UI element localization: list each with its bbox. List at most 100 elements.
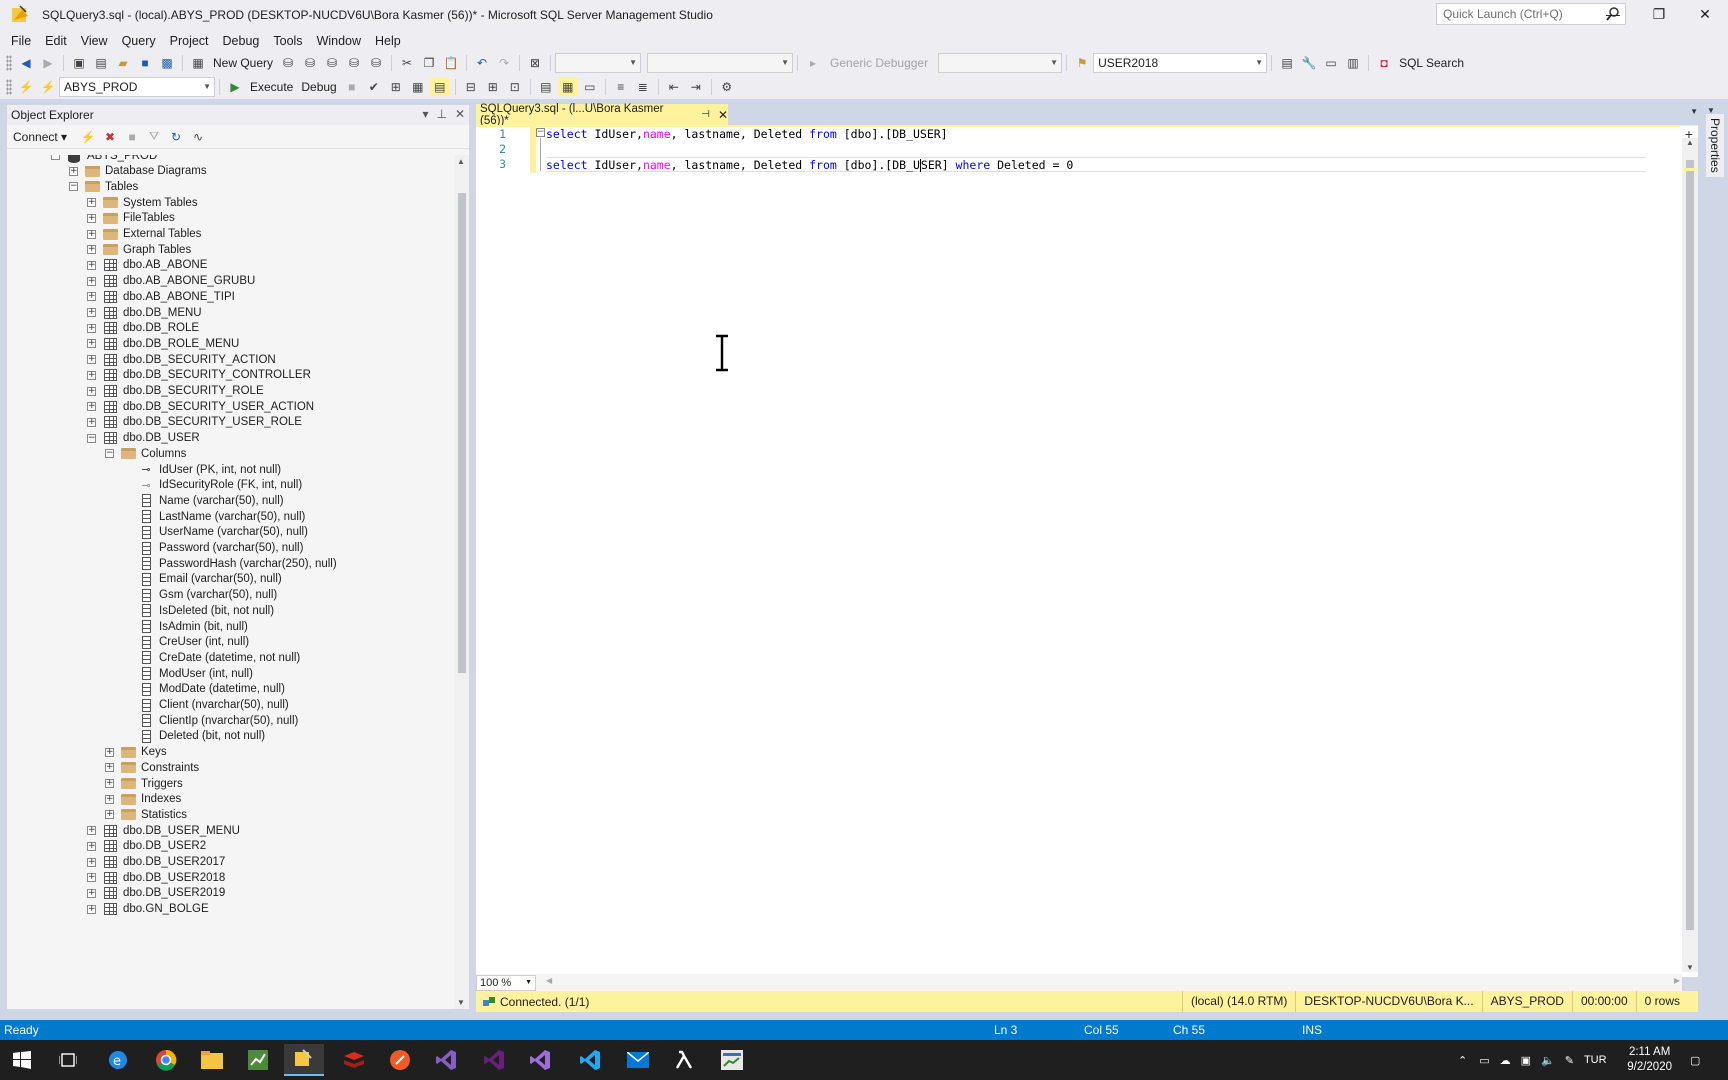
editor-horizontal-scrollbar[interactable]: ◀ ▶ (544, 975, 1682, 990)
new-query-button[interactable]: New Query (213, 56, 273, 70)
decrease-indent-icon[interactable]: ⇤ (664, 78, 684, 96)
collapse-node-icon[interactable]: − (105, 449, 114, 459)
minimize-button[interactable]: — (1590, 0, 1636, 28)
tree-node[interactable]: + Constraints (105, 759, 199, 776)
tree-node[interactable]: Deleted (bit, not null) (123, 728, 265, 745)
tree-node[interactable]: + dbo.DB_USER2018 (87, 869, 225, 886)
tree-node[interactable]: + dbo.AB_ABONE_GRUBU (87, 273, 255, 290)
filter-icon[interactable]: ⛛ (144, 128, 164, 146)
results-to-file-icon[interactable]: ▭ (580, 78, 600, 96)
taskbar-clock[interactable]: 2:11 AM 9/2/2020 (1627, 1045, 1672, 1075)
find-in-files-icon[interactable]: ⚑ (1072, 54, 1092, 72)
taskbar-lambda[interactable] (664, 1044, 704, 1076)
analysis-xmla-query-icon[interactable]: ⛁ (344, 54, 364, 72)
pin-icon[interactable]: ⊥ (436, 107, 446, 121)
menu-window[interactable]: Window (310, 30, 368, 52)
editor-vertical-scrollbar[interactable]: ▲ ▼ (1682, 138, 1698, 972)
menu-tools[interactable]: Tools (266, 30, 309, 52)
query-editor[interactable]: 1 2 3 − select IdUser,name, lastname, De… (476, 127, 1698, 977)
toolbar-grip[interactable] (6, 78, 12, 95)
execute-icon[interactable]: ▶ (225, 78, 245, 96)
expand-node-icon[interactable]: + (87, 292, 96, 302)
query-options-icon[interactable]: ▤ (429, 77, 450, 96)
pin-tab-icon[interactable]: ⊣ (701, 109, 710, 120)
tree-node[interactable]: ⊸ IdUser (PK, int, not null) (123, 461, 281, 478)
connect-plug-icon[interactable]: ⚡ (78, 128, 98, 146)
menu-file[interactable]: File (4, 30, 38, 52)
expand-node-icon[interactable]: + (87, 339, 96, 349)
start-button[interactable] (2, 1044, 42, 1076)
tree-node[interactable]: Client (nvarchar(50), null) (123, 697, 289, 714)
find-combo[interactable]: USER2018 ▼ (1093, 52, 1268, 73)
volume-icon[interactable]: 🔈 (1541, 1054, 1555, 1067)
network-icon[interactable]: ▣ (1521, 1054, 1531, 1067)
parse-icon[interactable]: ✔ (364, 78, 384, 96)
expand-node-icon[interactable]: + (105, 810, 114, 820)
tree-node[interactable]: IsAdmin (bit, null) (123, 618, 248, 635)
scroll-up-icon[interactable]: ▲ (457, 157, 465, 166)
disconnect-icon[interactable]: ✖ (100, 128, 120, 146)
new-project-icon[interactable]: ▣ (69, 54, 89, 72)
execute-button[interactable]: Execute (250, 80, 293, 94)
refresh-icon[interactable]: ↻ (166, 128, 186, 146)
expand-node-icon[interactable]: + (87, 873, 96, 883)
comment-out-icon[interactable]: ≡ (611, 78, 631, 96)
taskbar-mail[interactable] (618, 1044, 658, 1076)
add-item-icon[interactable]: ▤ (91, 54, 111, 72)
expand-node-icon[interactable]: + (87, 229, 96, 239)
tree-node[interactable]: UserName (varchar(50), null) (123, 524, 308, 541)
taskbar-edge[interactable]: e (98, 1044, 138, 1076)
generic-debugger-button[interactable]: Generic Debugger (830, 56, 928, 70)
scrollbar-thumb[interactable] (458, 193, 466, 673)
tree-node[interactable]: ModDate (datetime, null) (123, 681, 285, 698)
expand-node-icon[interactable]: + (105, 763, 114, 773)
close-tab-icon[interactable]: ✕ (718, 108, 728, 122)
tree-node[interactable]: + Statistics (105, 806, 187, 823)
tree-node[interactable]: + dbo.DB_SECURITY_ROLE (87, 383, 264, 400)
connect-dropdown[interactable]: Connect ▾ (13, 130, 67, 144)
taskbar-sql-profiler[interactable] (712, 1044, 752, 1076)
debug-target-combo[interactable]: ▼ (938, 52, 1063, 73)
activity-monitor-icon[interactable]: ⊠ (525, 54, 545, 72)
expand-node-icon[interactable]: + (87, 308, 96, 317)
menu-edit[interactable]: Edit (38, 30, 74, 52)
menu-project[interactable]: Project (163, 30, 216, 52)
tree-node[interactable]: + dbo.DB_SECURITY_ACTION (87, 351, 276, 368)
tree-node[interactable]: ModUser (int, null) (123, 665, 253, 682)
object-explorer-scrollbar[interactable]: ▲ ▼ (454, 155, 469, 1009)
tree-node[interactable]: + dbo.DB_SECURITY_USER_ROLE (87, 414, 302, 431)
tree-node[interactable]: ClientIp (nvarchar(50), null) (123, 712, 298, 729)
database-engine-query-icon[interactable]: ⛁ (278, 54, 298, 72)
expand-node-icon[interactable]: + (87, 213, 96, 223)
expand-node-icon[interactable]: + (105, 747, 114, 757)
undo-icon[interactable]: ↶ (472, 54, 492, 72)
toolbox-icon[interactable]: ▭ (1321, 54, 1341, 72)
tree-node[interactable]: Gsm (varchar(50), null) (123, 587, 277, 604)
zoom-combo[interactable]: 100 % ▼ (476, 974, 536, 991)
expand-node-icon[interactable]: + (105, 794, 114, 804)
outline-collapse-icon[interactable]: − (536, 128, 545, 137)
tab-sqlquery3[interactable]: SQLQuery3.sql - (l...U\Bora Kasmer (56))… (476, 103, 728, 127)
sql-search-icon[interactable]: ◘ (1374, 54, 1394, 72)
back-icon[interactable]: ◀ (16, 54, 36, 72)
scroll-down-icon[interactable]: ▼ (1686, 963, 1694, 972)
scrollbar-thumb[interactable] (1686, 160, 1694, 930)
tab-list-dropdown-icon[interactable]: ▼ (1690, 107, 1698, 116)
task-view-button[interactable] (48, 1044, 88, 1076)
collapse-node-icon[interactable]: − (69, 182, 78, 192)
tree-node[interactable]: Password (varchar(50), null) (123, 540, 303, 557)
expand-node-icon[interactable]: + (105, 779, 114, 788)
sql-search-button[interactable]: SQL Search (1399, 56, 1464, 70)
tree-node[interactable]: + Indexes (105, 791, 181, 808)
expand-node-icon[interactable]: + (87, 888, 96, 898)
tree-node[interactable]: + dbo.AB_ABONE_TIPI (87, 288, 235, 305)
scroll-up-icon[interactable]: ▲ (1686, 138, 1694, 147)
taskbar-vscode[interactable] (570, 1044, 610, 1076)
taskbar-visual-studio[interactable] (426, 1044, 466, 1076)
tree-node[interactable]: + Keys (105, 744, 167, 761)
copy-icon[interactable]: ❐ (419, 54, 439, 72)
scroll-right-icon[interactable]: ▶ (1674, 976, 1680, 985)
solution-platform-combo[interactable]: ▼ (647, 52, 794, 73)
collapse-node-icon[interactable]: − (51, 155, 60, 160)
tree-node[interactable]: + dbo.DB_SECURITY_CONTROLLER (87, 367, 311, 384)
